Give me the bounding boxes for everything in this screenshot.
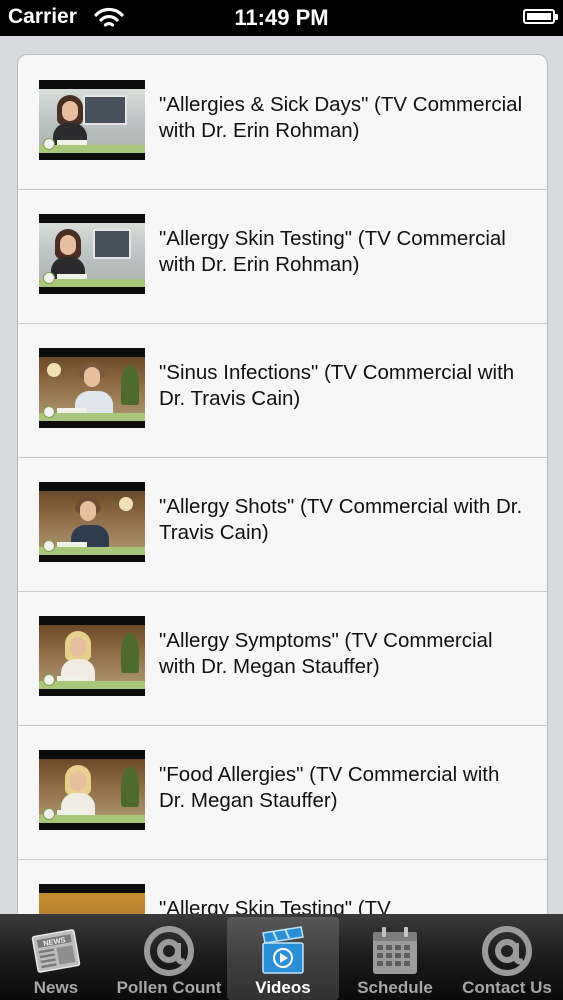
video-thumbnail xyxy=(39,884,145,914)
newspaper-icon: NEWS xyxy=(31,929,81,973)
tab-label: Contact Us xyxy=(462,978,552,997)
tab-label: Pollen Count xyxy=(116,978,222,997)
status-bar: Carrier 11:49 PM xyxy=(0,0,563,36)
video-clapper-icon xyxy=(262,926,304,974)
video-list: "Allergies & Sick Days" (TV Commercial w… xyxy=(17,54,548,914)
video-thumbnail xyxy=(39,348,145,428)
tab-pollen-count[interactable]: Pollen Count xyxy=(113,917,225,1000)
video-title: "Allergy Skin Testing" (TV Commercial wi… xyxy=(159,227,506,276)
video-row[interactable]: "Allergy Skin Testing" (TV xyxy=(18,859,547,914)
video-title: "Food Allergies" (TV Commercial with Dr.… xyxy=(159,763,500,812)
calendar-icon xyxy=(373,927,417,974)
tab-label: News xyxy=(33,978,79,997)
at-sign-icon xyxy=(482,926,532,976)
video-list-view[interactable]: "Allergies & Sick Days" (TV Commercial w… xyxy=(0,36,563,914)
video-row[interactable]: "Allergy Shots" (TV Commercial with Dr. … xyxy=(18,457,547,592)
video-thumbnail xyxy=(39,482,145,562)
video-row[interactable]: "Allergy Skin Testing" (TV Commercial wi… xyxy=(18,189,547,324)
tab-news[interactable]: NEWS News xyxy=(0,917,112,1000)
video-row[interactable]: "Sinus Infections" (TV Commercial with D… xyxy=(18,323,547,458)
video-thumbnail xyxy=(39,616,145,696)
tab-bar: NEWS News Pollen Count Videos Schedule C… xyxy=(0,914,563,1000)
video-title: "Sinus Infections" (TV Commercial with D… xyxy=(159,361,515,410)
tab-label: Videos xyxy=(255,978,311,997)
tab-label: Schedule xyxy=(357,978,433,997)
at-sign-icon xyxy=(144,926,194,976)
tab-videos[interactable]: Videos xyxy=(227,917,339,1000)
video-title: "Allergy Skin Testing" (TV xyxy=(159,897,391,914)
video-row[interactable]: "Allergies & Sick Days" (TV Commercial w… xyxy=(18,55,547,190)
video-row[interactable]: "Allergy Symptoms" (TV Commercial with D… xyxy=(18,591,547,726)
battery-icon xyxy=(523,9,558,24)
video-title: "Allergy Shots" (TV Commercial with Dr. … xyxy=(159,495,523,544)
video-thumbnail xyxy=(39,214,145,294)
video-thumbnail xyxy=(39,750,145,830)
tab-schedule[interactable]: Schedule xyxy=(339,917,451,1000)
video-thumbnail xyxy=(39,80,145,160)
clock: 11:49 PM xyxy=(234,5,329,30)
video-row[interactable]: "Food Allergies" (TV Commercial with Dr.… xyxy=(18,725,547,860)
video-title: "Allergy Symptoms" (TV Commercial with D… xyxy=(159,629,493,678)
video-title: "Allergies & Sick Days" (TV Commercial w… xyxy=(159,93,523,142)
tab-contact-us[interactable]: Contact Us xyxy=(451,917,563,1000)
